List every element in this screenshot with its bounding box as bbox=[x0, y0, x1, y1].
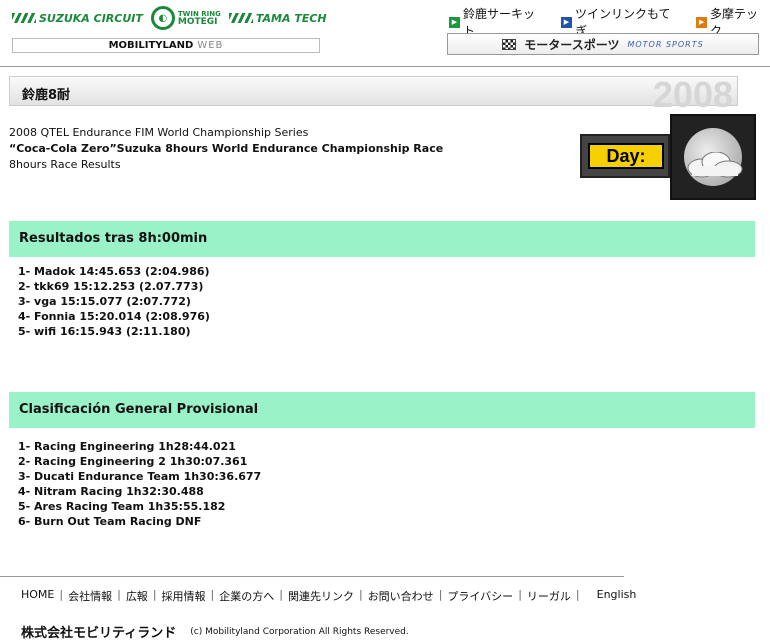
list-item: 2- Racing Engineering 2 1h30:07.361 bbox=[18, 455, 248, 468]
day-weather-badge: Day: bbox=[580, 114, 756, 200]
tama-tech-logo[interactable]: TAMA TECH bbox=[228, 11, 327, 25]
footer-link-legal[interactable]: リーガル bbox=[527, 588, 571, 604]
arrow-right-icon: ▶ bbox=[449, 16, 460, 28]
page-title-bar: 鈴鹿8耐 2008 bbox=[9, 74, 738, 115]
results-caption: 8hours Race Results bbox=[9, 158, 121, 171]
separator: | bbox=[518, 588, 522, 601]
footer-link-related[interactable]: 関連先リンク bbox=[288, 588, 354, 604]
separator: | bbox=[575, 588, 580, 601]
motegi-logo-text: TWIN RING MOTEGI bbox=[177, 10, 221, 27]
separator: | bbox=[438, 588, 443, 601]
footer-link-english[interactable]: English bbox=[597, 588, 637, 604]
list-item: 4- Nitram Racing 1h32:30.488 bbox=[18, 485, 204, 498]
section-results-header: Resultados tras 8h:00min bbox=[9, 221, 755, 257]
stripes-icon bbox=[12, 13, 36, 23]
footer-link-home[interactable]: HOME bbox=[21, 588, 54, 604]
mobilityland-text: MOBILITYLAND bbox=[108, 40, 194, 51]
race-name: “Coca-Cola Zero”Suzuka 8hours World Endu… bbox=[9, 142, 444, 155]
footer-divider bbox=[0, 576, 624, 577]
footer-link-recruit[interactable]: 採用情報 bbox=[162, 588, 206, 604]
footer-copyright: 株式会社モビリティランド (c) Mobilityland Corporatio… bbox=[21, 622, 409, 641]
stripes-icon bbox=[228, 13, 253, 23]
site-header: SUZUKA CIRCUIT ◐ TWIN RING MOTEGI TAMA T… bbox=[0, 0, 770, 67]
list-item: 3- vga 15:15.077 (2:07.772) bbox=[18, 295, 191, 308]
motor-sports-jp: モータースポーツ bbox=[524, 37, 620, 52]
motegi-main-text: MOTEGI bbox=[177, 17, 218, 27]
separator: | bbox=[59, 588, 64, 601]
year-watermark: 2008 bbox=[652, 74, 733, 115]
race-intro: 2008 QTEL Endurance FIM World Championsh… bbox=[9, 125, 443, 173]
separator: | bbox=[152, 588, 157, 601]
footer-link-contact[interactable]: お問い合わせ bbox=[368, 588, 434, 604]
mobilityland-web-banner[interactable]: MOBILITYLAND WEB bbox=[12, 38, 320, 53]
separator: | bbox=[279, 588, 283, 601]
tama-tech-logo-text: TAMA TECH bbox=[255, 11, 327, 25]
motegi-ring-icon: ◐ bbox=[150, 6, 175, 30]
web-text: WEB bbox=[197, 40, 224, 51]
page-title: 鈴鹿8耐 bbox=[22, 88, 71, 103]
list-item: 1- Racing Engineering 1h28:44.021 bbox=[18, 440, 236, 453]
motor-sports-button[interactable]: モータースポーツ MOTOR SPORTS bbox=[447, 33, 759, 55]
list-item: 5- wifi 16:15.943 (2:11.180) bbox=[18, 325, 191, 338]
footer-link-company[interactable]: 会社情報 bbox=[68, 588, 112, 604]
list-item: 5- Ares Racing Team 1h35:55.182 bbox=[18, 500, 226, 513]
day-label-box: Day: bbox=[580, 134, 670, 178]
brand-logos: SUZUKA CIRCUIT ◐ TWIN RING MOTEGI TAMA T… bbox=[12, 4, 327, 32]
motor-sports-en: MOTOR SPORTS bbox=[627, 39, 704, 49]
results-list: 1- Madok 14:45.653 (2:04.986) 2- tkk69 1… bbox=[18, 264, 210, 339]
company-logo: 株式会社モビリティランド bbox=[21, 626, 177, 641]
separator: | bbox=[117, 588, 121, 601]
series-name: 2008 QTEL Endurance FIM World Championsh… bbox=[9, 126, 309, 139]
arrow-right-icon: ▶ bbox=[560, 16, 572, 28]
checkered-flag-icon bbox=[502, 38, 517, 50]
section-classification-header: Clasificación General Provisional bbox=[9, 392, 755, 428]
footer-link-business[interactable]: 企業の方へ bbox=[219, 588, 274, 604]
suzuka-circuit-logo[interactable]: SUZUKA CIRCUIT bbox=[12, 12, 143, 25]
classification-list: 1- Racing Engineering 1h28:44.021 2- Rac… bbox=[18, 439, 261, 529]
copyright-text: (c) Mobilityland Corporation All Rights … bbox=[190, 626, 409, 637]
footer-nav: HOME | 会社情報 | 広報 | 採用情報 | 企業の方へ | 関連先リンク | お問い… bbox=[21, 588, 636, 604]
arrow-right-icon: ▶ bbox=[696, 16, 708, 28]
motegi-logo[interactable]: ◐ TWIN RING MOTEGI bbox=[150, 6, 221, 30]
cloud-icon bbox=[687, 152, 743, 178]
footer-link-pr[interactable]: 広報 bbox=[126, 588, 148, 604]
list-item: 2- tkk69 15:12.253 (2.07.773) bbox=[18, 280, 204, 293]
day-label: Day: bbox=[588, 143, 664, 169]
list-item: 3- Ducati Endurance Team 1h30:36.677 bbox=[18, 470, 262, 483]
moon-cloud-icon bbox=[670, 114, 756, 200]
separator: | bbox=[210, 588, 215, 601]
separator: | bbox=[358, 588, 363, 601]
footer-link-privacy[interactable]: プライバシー bbox=[447, 588, 513, 604]
list-item: 1- Madok 14:45.653 (2:04.986) bbox=[18, 265, 210, 278]
suzuka-logo-text: SUZUKA CIRCUIT bbox=[39, 11, 143, 25]
list-item: 6- Burn Out Team Racing DNF bbox=[18, 515, 202, 528]
list-item: 4- Fonnia 15:20.014 (2:08.976) bbox=[18, 310, 210, 323]
